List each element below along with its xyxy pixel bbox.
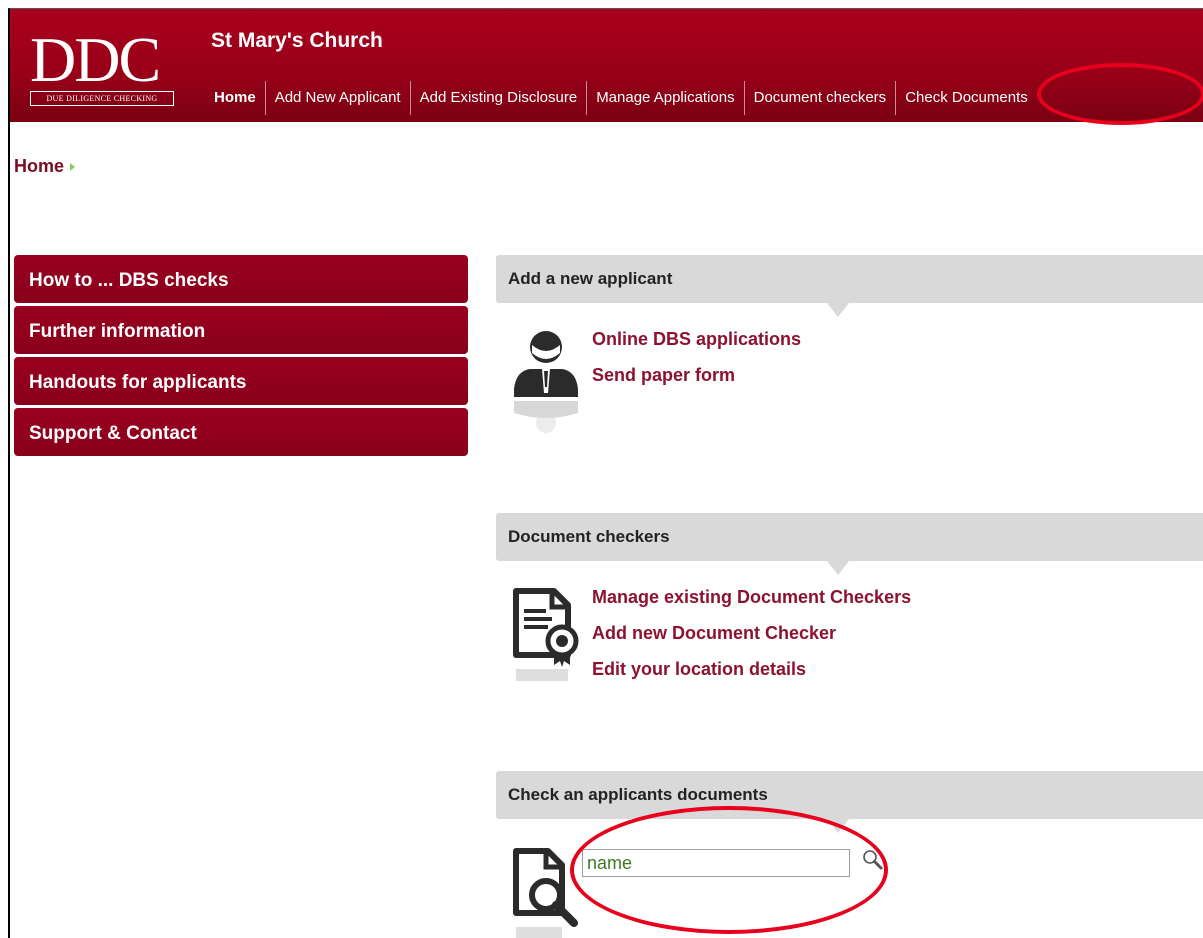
sidebar-item-handouts[interactable]: Handouts for applicants xyxy=(14,357,468,405)
annotation-circle xyxy=(1037,63,1203,125)
panel-title: Document checkers xyxy=(496,513,1203,575)
link-manage-existing-checkers[interactable]: Manage existing Document Checkers xyxy=(592,587,911,608)
link-list: Online DBS applications Send paper form xyxy=(592,329,801,401)
breadcrumb: Home xyxy=(14,156,76,177)
link-add-new-checker[interactable]: Add new Document Checker xyxy=(592,623,911,644)
panel-document-checkers: Document checkers Manage existing Docume… xyxy=(496,513,1203,723)
panel-title: Check an applicants documents xyxy=(496,771,1203,833)
sidebar: How to ... DBS checks Further informatio… xyxy=(14,255,468,459)
breadcrumb-home[interactable]: Home xyxy=(14,156,64,176)
link-send-paper-form[interactable]: Send paper form xyxy=(592,365,801,386)
document-certificate-icon xyxy=(510,585,582,693)
page-frame: DDC Due Diligence Checking St Mary's Chu… xyxy=(8,8,1203,938)
logo-letters: DDC xyxy=(30,24,161,95)
panel-title: Add a new applicant xyxy=(496,255,1203,317)
panel-add-applicant: Add a new applicant Online DBS applicati… xyxy=(496,255,1203,475)
ddc-logo[interactable]: DDC Due Diligence Checking xyxy=(30,24,178,106)
nav-add-existing-disclosure[interactable]: Add Existing Disclosure xyxy=(409,81,587,115)
nav-home[interactable]: Home xyxy=(205,81,265,115)
person-icon xyxy=(510,327,582,435)
logo-tagline: Due Diligence Checking xyxy=(30,91,174,106)
nav-manage-applications[interactable]: Manage Applications xyxy=(586,81,743,115)
sidebar-item-further-information[interactable]: Further information xyxy=(14,306,468,354)
organisation-name: St Mary's Church xyxy=(211,29,383,52)
nav-add-new-applicant[interactable]: Add New Applicant xyxy=(264,81,410,115)
breadcrumb-arrow-icon xyxy=(70,163,76,172)
sidebar-item-support-contact[interactable]: Support & Contact xyxy=(14,408,468,456)
document-search-icon xyxy=(510,843,582,938)
link-list: Manage existing Document Checkers Add ne… xyxy=(592,587,911,695)
sidebar-item-how-to-dbs-checks[interactable]: How to ... DBS checks xyxy=(14,255,468,303)
nav-check-documents[interactable]: Check Documents xyxy=(895,81,1037,115)
link-edit-location-details[interactable]: Edit your location details xyxy=(592,659,911,680)
nav-document-checkers[interactable]: Document checkers xyxy=(743,81,896,115)
annotation-circle xyxy=(570,806,888,934)
main-nav: Home Add New Applicant Add Existing Disc… xyxy=(205,79,1037,117)
link-online-dbs-applications[interactable]: Online DBS applications xyxy=(592,329,801,350)
site-header: DDC Due Diligence Checking St Mary's Chu… xyxy=(10,9,1203,125)
